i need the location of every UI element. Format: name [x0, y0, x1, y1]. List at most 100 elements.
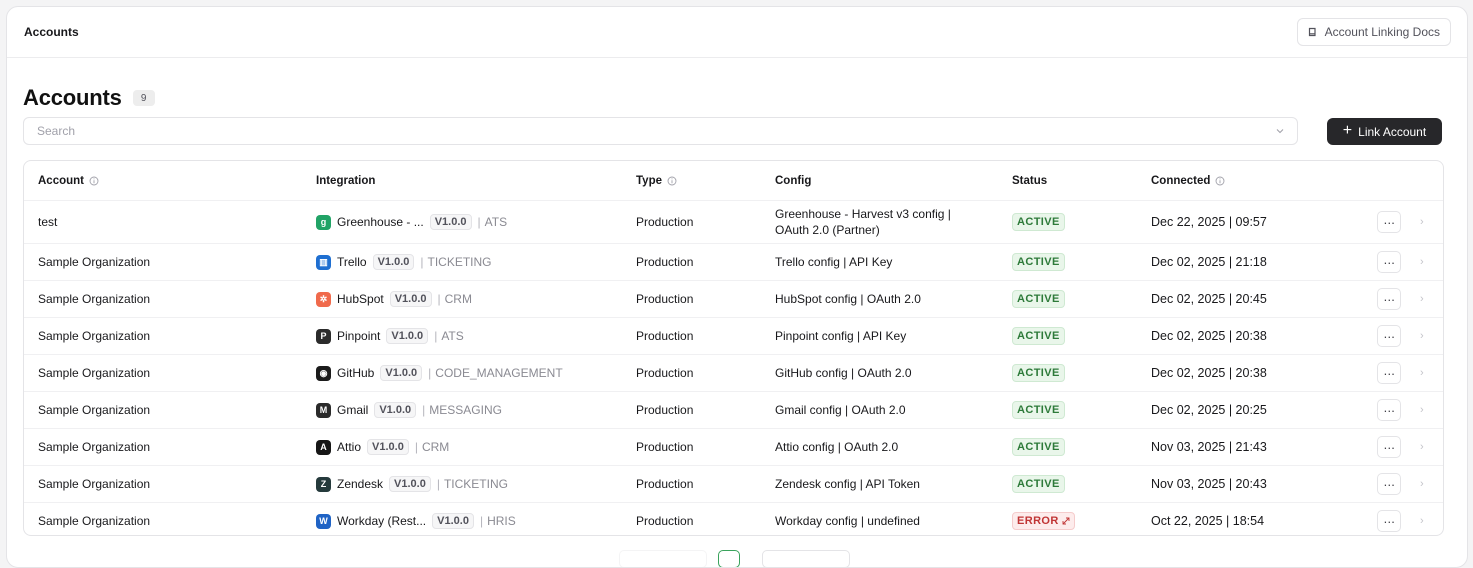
chevron-right-icon[interactable]: › [1420, 216, 1424, 228]
row-actions-cell: ··· [1377, 318, 1401, 354]
integration-logo-glyph: M [319, 405, 328, 415]
type-cell: Production [636, 392, 693, 428]
type-cell: Production [636, 244, 693, 280]
status-badge: ACTIVE [1012, 290, 1065, 308]
integration-logo-icon: ◉ [316, 365, 331, 381]
chevron-right-icon[interactable]: › [1420, 293, 1424, 305]
more-horizontal-icon[interactable]: ··· [1377, 436, 1401, 458]
integration-logo-icon: ✲ [316, 291, 331, 307]
integration-logo-glyph: W [319, 516, 328, 526]
integration-cell: W Workday (Rest... V1.0.0 | HRIS [316, 503, 516, 535]
connected-cell: Dec 02, 2025 | 20:25 [1151, 392, 1267, 428]
integration-name: HubSpot [337, 292, 384, 306]
more-horizontal-icon[interactable]: ··· [1377, 473, 1401, 495]
separator: | [477, 215, 481, 229]
table-row[interactable]: Sample Organization M Gmail V1.0.0 | MESSAGIN… [24, 392, 1443, 429]
connected-cell: Nov 03, 2025 | 21:43 [1151, 429, 1267, 465]
table-row[interactable]: Sample Organization P Pinpoint V1.0.0 | ATS Pr… [24, 318, 1443, 355]
chevron-right-icon[interactable]: › [1420, 478, 1424, 490]
status-cell: ACTIVE [1012, 281, 1065, 317]
more-horizontal-icon[interactable]: ··· [1377, 362, 1401, 384]
pagination-next-button[interactable] [762, 550, 850, 567]
integration-category: ATS [484, 215, 508, 229]
integration-category: CRM [444, 292, 472, 306]
account-cell: Sample Organization [38, 429, 150, 465]
more-horizontal-icon[interactable]: ··· [1377, 399, 1401, 421]
top-bar: Accounts Account Linking Docs [7, 7, 1467, 58]
config-label: Workday config | undefined [775, 514, 920, 528]
integration-category: MESSAGING [429, 403, 502, 417]
status-text: ACTIVE [1017, 367, 1060, 379]
column-header-status[interactable]: Status [1012, 161, 1047, 200]
status-cell: ACTIVE [1012, 318, 1065, 354]
connected-date: Dec 02, 2025 | 21:18 [1151, 255, 1267, 269]
column-header-config-label: Config [775, 174, 812, 187]
account-name: Sample Organization [38, 292, 151, 306]
account-name: Sample Organization [38, 403, 151, 417]
more-horizontal-icon[interactable]: ··· [1377, 325, 1401, 347]
integration-name: Trello [337, 255, 367, 269]
type-cell: Production [636, 318, 693, 354]
account-cell: Sample Organization [38, 244, 150, 280]
status-cell: ACTIVE [1012, 466, 1065, 502]
config-label: Trello config | API Key [775, 255, 893, 269]
column-header-integration[interactable]: Integration [316, 161, 375, 200]
account-type: Production [636, 477, 694, 491]
column-header-config[interactable]: Config [775, 161, 975, 200]
config-label: Gmail config | OAuth 2.0 [775, 403, 906, 417]
config-cell: Zendesk config | API Token [775, 466, 975, 502]
column-header-type[interactable]: Type [636, 161, 677, 200]
more-horizontal-icon[interactable]: ··· [1377, 288, 1401, 310]
search-input[interactable] [24, 119, 1275, 143]
pagination-current-page[interactable] [718, 550, 740, 567]
link-account-button[interactable]: + Link Account [1327, 118, 1442, 145]
info-icon[interactable] [89, 176, 99, 186]
config-cell: Workday config | undefined [775, 503, 975, 535]
separator: | [434, 329, 438, 343]
status-badge[interactable]: ERROR [1012, 512, 1075, 530]
table-body: test g Greenhouse - ... V1.0.0 | ATS Productio… [24, 201, 1443, 535]
account-type: Production [636, 215, 694, 229]
table-row[interactable]: Sample Organization A Attio V1.0.0 | CRM Produ… [24, 429, 1443, 466]
account-linking-docs-button[interactable]: Account Linking Docs [1296, 18, 1451, 46]
integration-logo-glyph: ◉ [319, 367, 328, 378]
separator: | [437, 292, 441, 306]
table-row[interactable]: Sample Organization ✲ HubSpot V1.0.0 | CRM Pro… [24, 281, 1443, 318]
status-cell: ACTIVE [1012, 201, 1065, 243]
integration-version-badge: V1.0.0 [429, 214, 472, 230]
chevron-right-icon[interactable]: › [1420, 256, 1424, 268]
status-badge: ACTIVE [1012, 364, 1065, 382]
more-horizontal-icon[interactable]: ··· [1377, 510, 1401, 532]
chevron-right-icon[interactable]: › [1420, 404, 1424, 416]
integration-version-badge: V1.0.0 [367, 439, 409, 455]
separator: | [428, 366, 432, 380]
chevron-down-icon[interactable] [1275, 126, 1285, 136]
account-type: Production [636, 366, 694, 380]
search-box[interactable] [23, 117, 1298, 145]
connected-date: Nov 03, 2025 | 21:43 [1151, 440, 1267, 454]
chevron-right-icon[interactable]: › [1420, 515, 1424, 527]
table-row[interactable]: Sample Organization Z Zendesk V1.0.0 | TICKET… [24, 466, 1443, 503]
info-icon[interactable] [667, 176, 677, 186]
row-open-cell: › [1420, 429, 1424, 465]
separator: | [414, 440, 418, 454]
table-row[interactable]: test g Greenhouse - ... V1.0.0 | ATS Productio… [24, 201, 1443, 244]
pagination-previous-button[interactable] [619, 550, 707, 567]
integration-name: Attio [337, 440, 362, 454]
table-row[interactable]: Sample Organization W Workday (Rest... V1.0… [24, 503, 1443, 535]
integration-name: Zendesk [337, 477, 384, 491]
connected-cell: Oct 22, 2025 | 18:54 [1151, 503, 1264, 535]
row-open-cell: › [1420, 281, 1424, 317]
info-icon[interactable] [1215, 176, 1225, 186]
more-horizontal-icon[interactable]: ··· [1377, 211, 1401, 233]
more-horizontal-icon[interactable]: ··· [1377, 251, 1401, 273]
table-row[interactable]: Sample Organization ◉ GitHub V1.0.0 | CODE_MA… [24, 355, 1443, 392]
table-row[interactable]: Sample Organization ▥ Trello V1.0.0 | TICKETI… [24, 244, 1443, 281]
column-header-connected[interactable]: Connected [1151, 161, 1225, 200]
chevron-right-icon[interactable]: › [1420, 330, 1424, 342]
chevron-right-icon[interactable]: › [1420, 367, 1424, 379]
connected-cell: Dec 02, 2025 | 20:38 [1151, 355, 1267, 391]
column-header-account[interactable]: Account [38, 161, 99, 200]
chevron-right-icon[interactable]: › [1420, 441, 1424, 453]
integration-name: Gmail [337, 403, 369, 417]
